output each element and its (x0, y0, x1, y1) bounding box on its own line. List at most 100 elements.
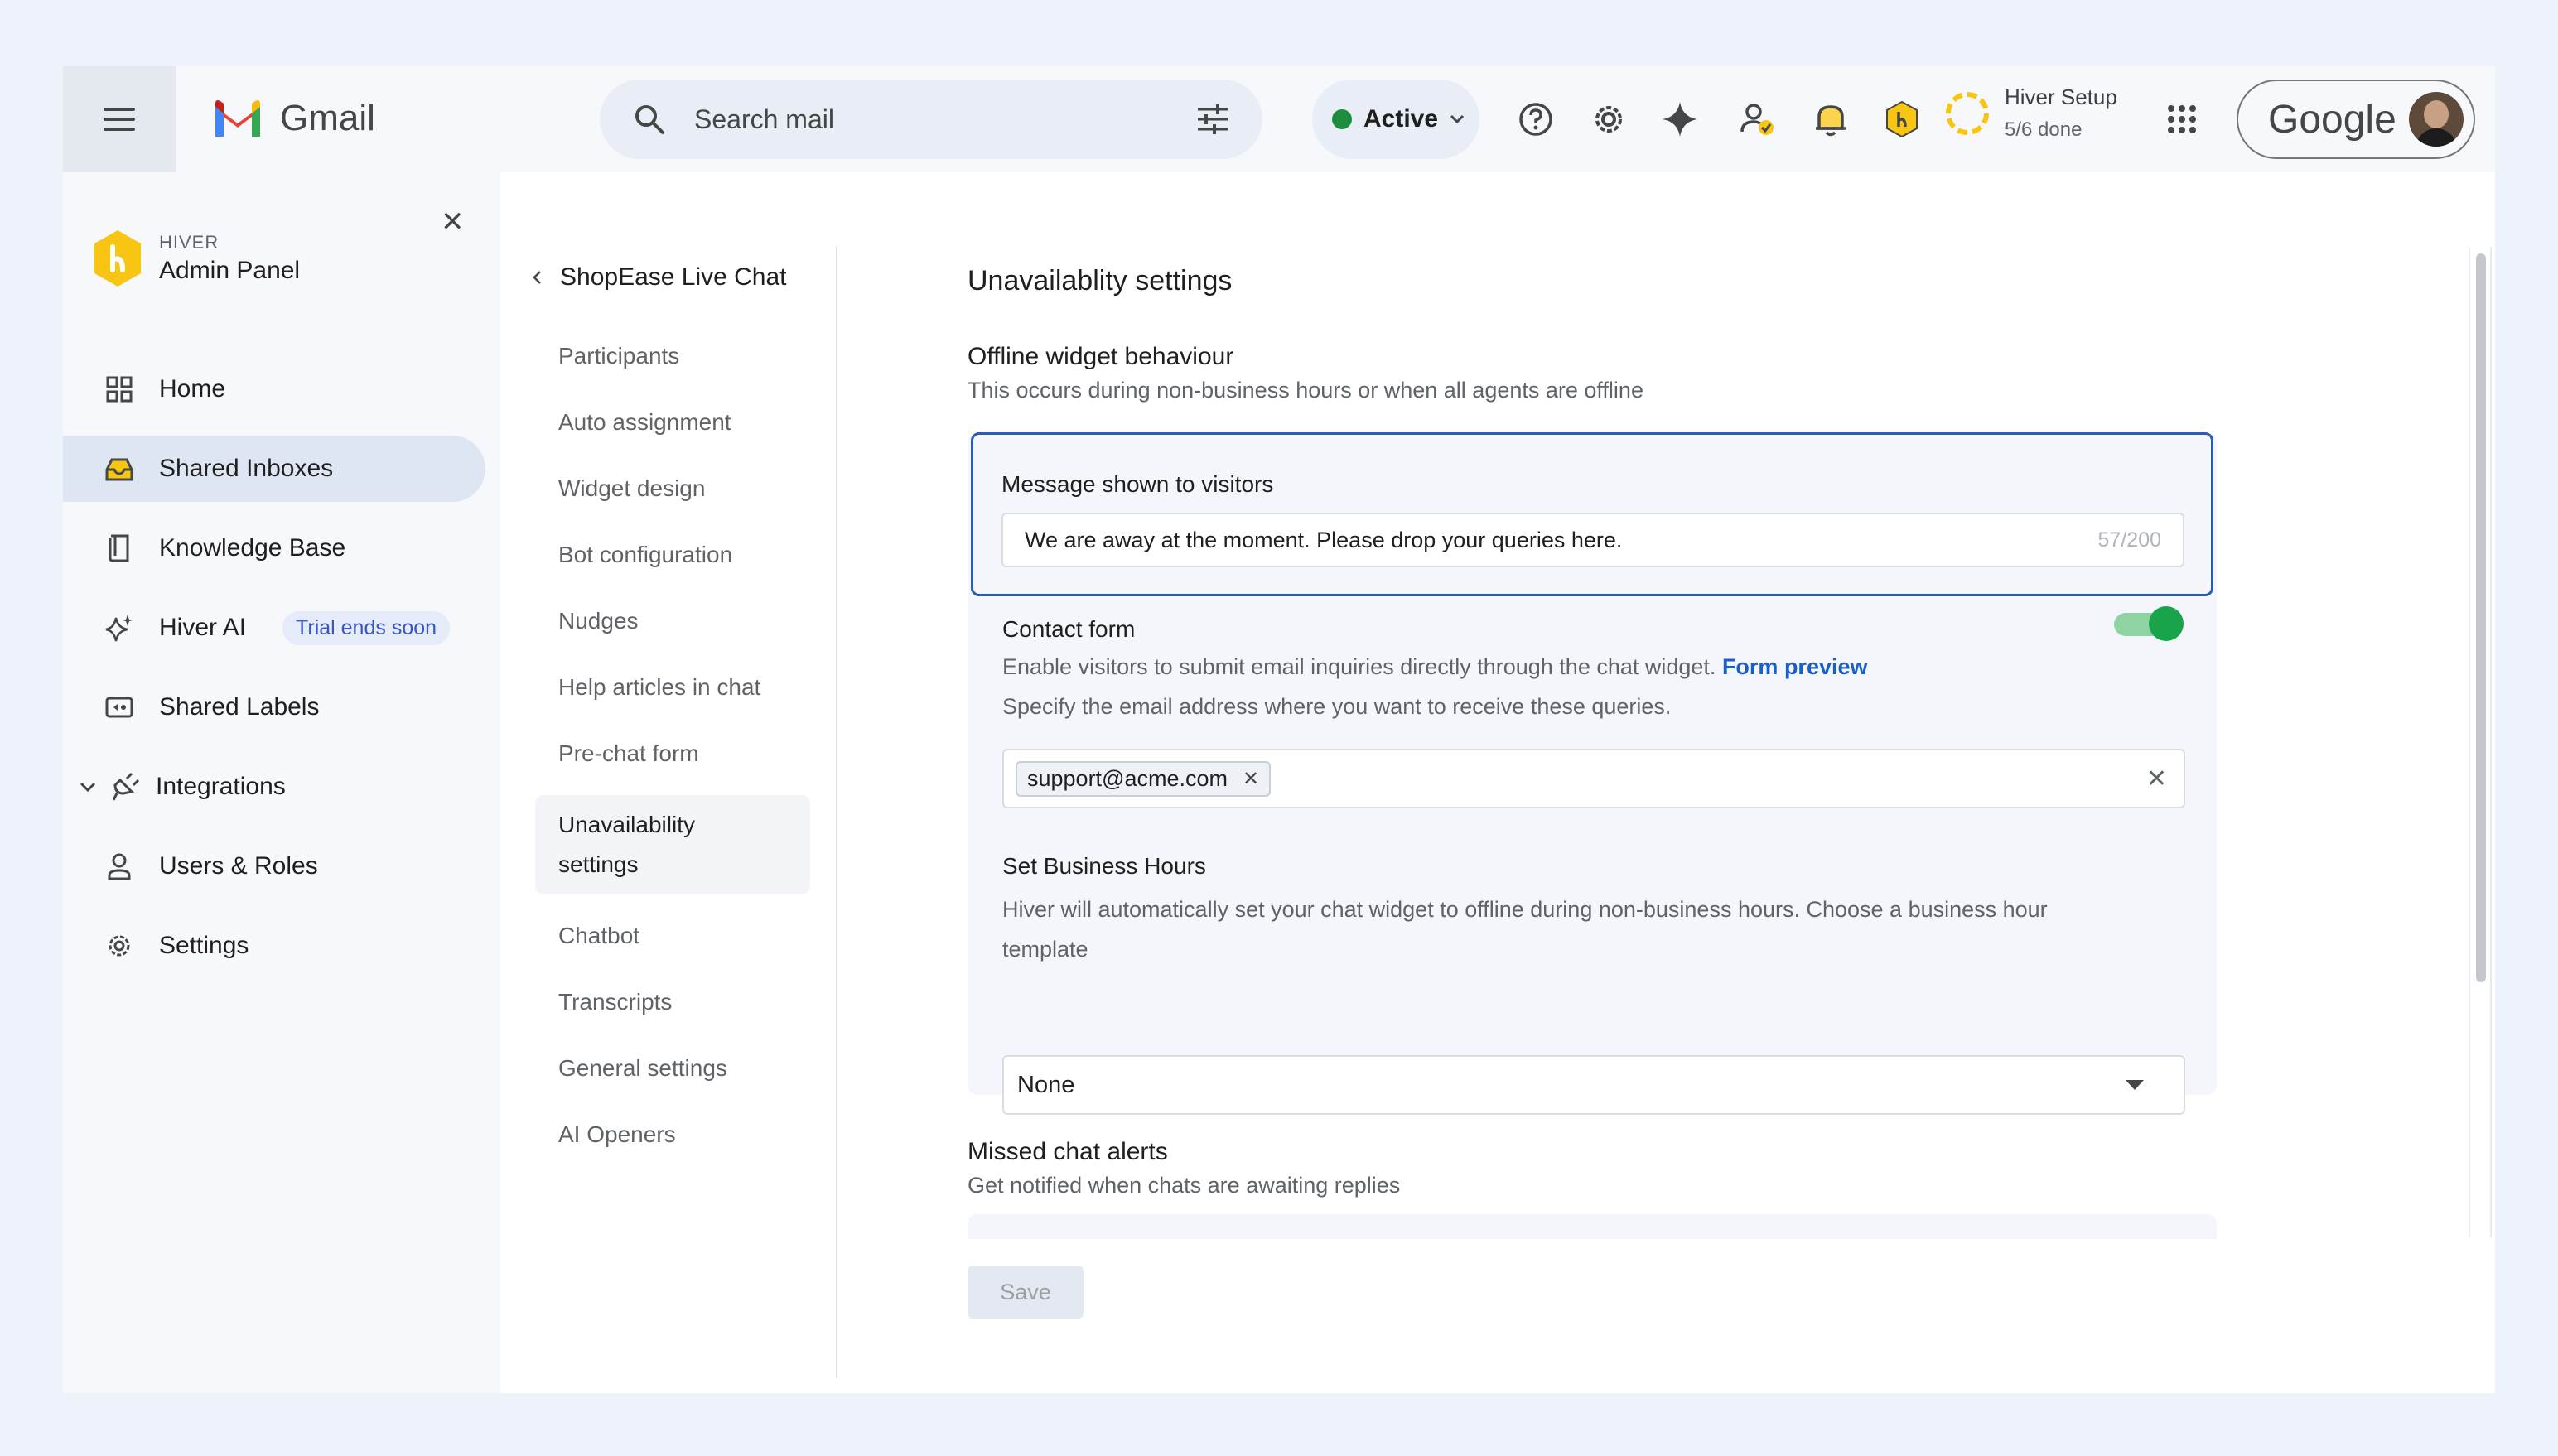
contact-form-toggle[interactable] (2114, 606, 2184, 641)
character-count: 57/200 (2097, 528, 2161, 552)
subnav-item-widget-design[interactable]: Widget design (535, 469, 810, 509)
business-hours-description-line1: Hiver will automatically set your chat w… (1002, 897, 2048, 922)
inbox-name: ShopEase Live Chat (560, 263, 787, 291)
scrollbar[interactable] (2469, 247, 2492, 1237)
sidebar-item-knowledge-base[interactable]: Knowledge Base (63, 515, 485, 581)
missed-chat-alerts-description: Get notified when chats are awaiting rep… (968, 1173, 1401, 1198)
subnav-item-label-line2: settings (558, 851, 639, 877)
hiver-logo-icon (94, 230, 141, 287)
help-icon[interactable] (1513, 96, 1559, 142)
sidebar-item-label: Hiver AI (159, 614, 247, 641)
agent-status-icon[interactable] (1735, 96, 1781, 142)
hiver-admin-header: HIVER Admin Panel (91, 229, 300, 288)
sidebar-item-label: Integrations (156, 773, 286, 800)
offline-section-title: Offline widget behaviour (968, 343, 1234, 370)
gemini-sparkle-icon[interactable] (1657, 96, 1703, 142)
hamburger-icon (104, 108, 135, 131)
hiver-badge-icon[interactable] (1879, 96, 1925, 142)
settings-gear-icon[interactable] (1585, 96, 1632, 142)
person-icon (104, 851, 134, 881)
unavailability-settings-panel: Unavailablity settings Offline widget be… (840, 172, 2495, 1393)
save-button[interactable]: Save (968, 1266, 1084, 1319)
settings-card: ShopEase Live Chat Participants Auto ass… (500, 172, 2495, 1393)
contact-form-text: Enable visitors to submit email inquirie… (1002, 654, 1716, 679)
contact-form-title: Contact form (1002, 616, 1136, 642)
setup-progress: 5/6 done (2005, 118, 2083, 141)
sidebar-item-shared-labels[interactable]: Shared Labels (63, 674, 485, 740)
subnav-item-bot-configuration[interactable]: Bot configuration (535, 535, 810, 575)
subnav-item-ai-openers[interactable]: AI Openers (535, 1115, 810, 1155)
app-window: Gmail Search mail Active Hiver Setup 5/6… (63, 66, 2495, 1393)
gmail-title: Gmail (280, 98, 375, 138)
gmail-logo[interactable]: Gmail (212, 98, 375, 139)
grid-icon (104, 374, 134, 404)
subnav-item-help-articles[interactable]: Help articles in chat (535, 668, 810, 707)
search-bar[interactable]: Search mail (600, 80, 1262, 159)
clear-icon[interactable]: ✕ (2146, 764, 2167, 793)
business-hours-description-line2: template (1002, 937, 1088, 962)
subnav-item-general-settings[interactable]: General settings (535, 1049, 810, 1088)
form-preview-link[interactable]: Form preview (1722, 654, 1868, 679)
search-options-icon[interactable] (1196, 104, 1229, 134)
search-input[interactable]: Search mail (694, 104, 1196, 135)
sidebar-item-label: Shared Labels (159, 693, 320, 721)
divider (836, 247, 837, 1378)
subnav-item-participants[interactable]: Participants (535, 336, 810, 376)
page-title: Unavailablity settings (968, 265, 1233, 297)
sidebar-item-integrations[interactable]: Integrations (63, 754, 485, 820)
remove-chip-icon[interactable]: ✕ (1243, 767, 1259, 791)
setup-title: Hiver Setup (2005, 84, 2117, 109)
back-to-inbox[interactable]: ShopEase Live Chat (532, 263, 787, 292)
contact-form-description: Enable visitors to submit email inquirie… (1002, 654, 1868, 680)
subnav-item-unavailability-settings[interactable]: Unavailability settings (535, 795, 810, 894)
google-label: Google (2268, 97, 2396, 142)
message-field-group: Message shown to visitors We are away at… (971, 432, 2213, 596)
sidebar-item-label: Shared Inboxes (159, 455, 334, 482)
close-icon[interactable]: ✕ (441, 205, 465, 239)
subnav-item-pre-chat-form[interactable]: Pre-chat form (535, 734, 810, 774)
sidebar-item-settings[interactable]: Settings (63, 913, 485, 979)
book-icon (104, 533, 134, 563)
trial-badge: Trial ends soon (282, 610, 451, 645)
gear-icon (104, 931, 134, 961)
apps-grid-icon[interactable] (2159, 96, 2205, 142)
label-icon (104, 692, 134, 722)
search-icon (635, 105, 664, 134)
business-hours-title: Set Business Hours (1002, 853, 1206, 879)
subnav-item-nudges[interactable]: Nudges (535, 601, 810, 641)
subnav-item-transcripts[interactable]: Transcripts (535, 982, 810, 1022)
business-hours-select[interactable]: None (1002, 1055, 2185, 1115)
subnav-item-chatbot[interactable]: Chatbot (535, 916, 810, 956)
progress-ring-icon (1946, 91, 1989, 135)
message-label: Message shown to visitors (1001, 471, 1274, 497)
scrollbar-thumb[interactable] (2476, 253, 2486, 982)
message-input[interactable]: We are away at the moment. Please drop y… (1001, 513, 2184, 567)
bell-icon[interactable] (1807, 96, 1854, 142)
inbox-icon (104, 454, 134, 484)
sidebar-item-hiver-ai[interactable]: Hiver AI Trial ends soon (63, 595, 485, 661)
missed-chat-settings-box (968, 1214, 2217, 1239)
plug-icon (111, 772, 141, 802)
inbox-settings-nav: ShopEase Live Chat Participants Auto ass… (500, 172, 840, 1393)
hiver-setup-progress[interactable]: Hiver Setup 5/6 done (1943, 84, 2117, 142)
main-menu-button[interactable] (63, 66, 176, 172)
sidebar-item-label: Knowledge Base (159, 534, 346, 562)
status-dropdown[interactable]: Active (1312, 80, 1479, 159)
sidebar-item-label: Home (159, 375, 226, 403)
sidebar-item-users-roles[interactable]: Users & Roles (63, 833, 485, 899)
sidebar-item-home[interactable]: Home (63, 356, 485, 422)
chevron-left-icon (533, 271, 541, 284)
admin-sidebar: HIVER Admin Panel ✕ Home Shared Inboxes … (63, 172, 500, 1393)
subnav-item-auto-assignment[interactable]: Auto assignment (535, 403, 810, 442)
sidebar-item-label: Users & Roles (159, 852, 318, 880)
sparkle-icon (104, 613, 134, 643)
subnav-item-label-line1: Unavailability (558, 812, 695, 837)
chevron-down-icon[interactable] (80, 781, 96, 793)
email-recipients-input[interactable]: support@acme.com ✕ ✕ (1002, 749, 2185, 808)
business-hours-value: None (1017, 1071, 1075, 1098)
google-account-button[interactable]: Google (2237, 80, 2475, 159)
sidebar-item-shared-inboxes[interactable]: Shared Inboxes (63, 436, 485, 502)
admin-panel-title: Admin Panel (159, 257, 301, 284)
business-hours-description: Hiver will automatically set your chat w… (1002, 890, 2048, 969)
message-value: We are away at the moment. Please drop y… (1025, 527, 1623, 552)
